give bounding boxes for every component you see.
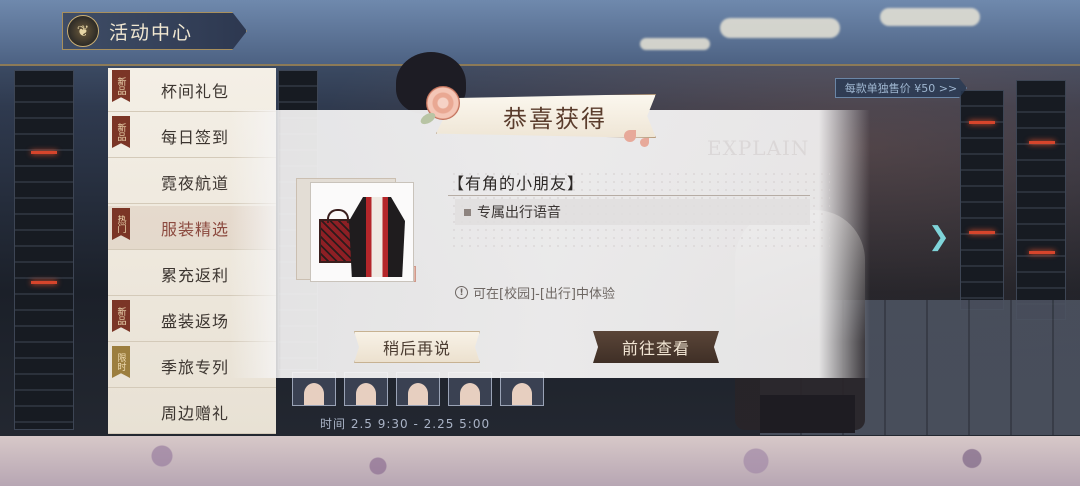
- watermark-text: EXPLAIN: [707, 136, 810, 160]
- reward-item-card[interactable]: [288, 178, 416, 288]
- divider: [448, 195, 810, 196]
- petal-icon: [640, 138, 649, 147]
- ribbon-band: 恭喜获得: [436, 94, 656, 138]
- view-now-button[interactable]: 前往查看: [593, 331, 719, 363]
- outfit-coat-icon: [349, 197, 405, 277]
- feature-row: 专属出行语音: [455, 199, 810, 225]
- dialog-title-ribbon: 恭喜获得: [418, 86, 656, 147]
- petal-icon: [624, 130, 636, 142]
- info-icon: !: [455, 286, 468, 299]
- hint-text: 可在[校园]-[出行]中体验: [473, 287, 615, 302]
- bullet-icon: [464, 208, 471, 216]
- feature-text: 专属出行语音: [477, 205, 561, 221]
- dialog-title: 恭喜获得: [503, 104, 607, 133]
- outfit-image: [310, 182, 414, 282]
- handbag-icon: [319, 209, 353, 263]
- later-button[interactable]: 稍后再说: [354, 331, 480, 363]
- reward-item-name: 【有角的小朋友】: [448, 174, 585, 193]
- usage-hint: ! 可在[校园]-[出行]中体验: [455, 283, 615, 302]
